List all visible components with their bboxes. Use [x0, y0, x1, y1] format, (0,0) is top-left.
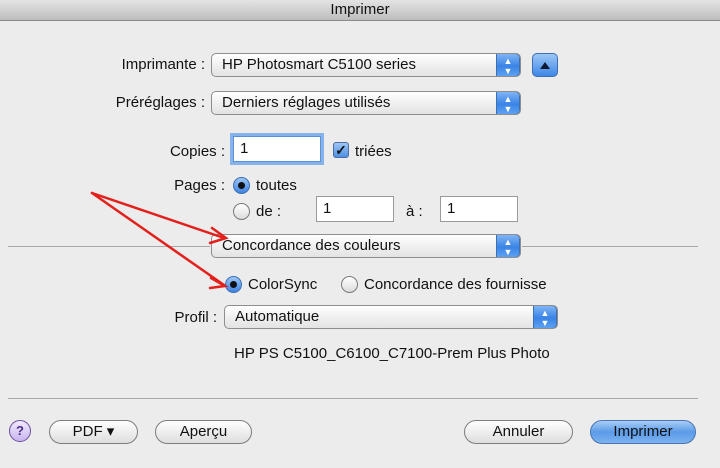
- colorsync-label: ColorSync: [248, 276, 318, 293]
- pages-range-radio[interactable]: [233, 203, 250, 220]
- profile-label: Profil :: [174, 309, 217, 326]
- updown-arrows-icon: ▲ ▼: [496, 92, 520, 114]
- window-title: Imprimer: [330, 1, 390, 18]
- window-title-bar[interactable]: Imprimer: [0, 0, 720, 21]
- pages-all-label: toutes: [256, 177, 297, 194]
- printer-label: Imprimante :: [121, 56, 205, 73]
- pages-all-radio[interactable]: [233, 177, 250, 194]
- presets-select[interactable]: Derniers réglages utilisés ▲ ▼: [211, 91, 521, 115]
- cancel-button[interactable]: Annuler: [464, 420, 573, 444]
- section-divider: [8, 246, 210, 247]
- panel-value: Concordance des couleurs: [222, 237, 401, 254]
- preview-button[interactable]: Aperçu: [155, 420, 252, 444]
- pages-to-input[interactable]: 1: [440, 196, 518, 222]
- colorsync-radio[interactable]: [225, 276, 242, 293]
- section-divider: [522, 246, 698, 247]
- collate-checkbox[interactable]: ✓: [333, 142, 349, 158]
- pages-label: Pages :: [174, 177, 225, 194]
- copies-label: Copies :: [169, 143, 225, 160]
- bottom-divider: [8, 398, 698, 399]
- collate-label: triées: [355, 143, 392, 160]
- help-button[interactable]: ?: [9, 420, 31, 442]
- presets-value: Derniers réglages utilisés: [222, 94, 391, 111]
- pages-to-label: à :: [406, 203, 423, 220]
- disclosure-button[interactable]: [532, 53, 558, 77]
- profile-description: HP PS C5100_C6100_C7100-Prem Plus Photo: [234, 345, 550, 362]
- updown-arrows-icon: ▲ ▼: [496, 235, 520, 257]
- pages-from-input[interactable]: 1: [316, 196, 394, 222]
- pdf-button[interactable]: PDF ▾: [49, 420, 138, 444]
- presets-label: Préréglages :: [115, 94, 205, 111]
- printer-select[interactable]: HP Photosmart C5100 series ▲ ▼: [211, 53, 521, 77]
- pages-from-label: de :: [256, 203, 282, 220]
- vendor-matching-label: Concordance des fournisse: [364, 276, 547, 293]
- print-button[interactable]: Imprimer: [590, 420, 696, 444]
- copies-input[interactable]: 1: [233, 136, 321, 162]
- profile-select[interactable]: Automatique ▲ ▼: [224, 305, 558, 329]
- updown-arrows-icon: ▲ ▼: [533, 306, 557, 328]
- print-dialog: Imprimante : HP Photosmart C5100 series …: [0, 21, 720, 468]
- printer-value: HP Photosmart C5100 series: [222, 56, 416, 73]
- panel-select[interactable]: Concordance des couleurs ▲ ▼: [211, 234, 521, 258]
- profile-value: Automatique: [235, 308, 320, 325]
- updown-arrows-icon: ▲ ▼: [496, 54, 520, 76]
- vendor-matching-radio[interactable]: [341, 276, 358, 293]
